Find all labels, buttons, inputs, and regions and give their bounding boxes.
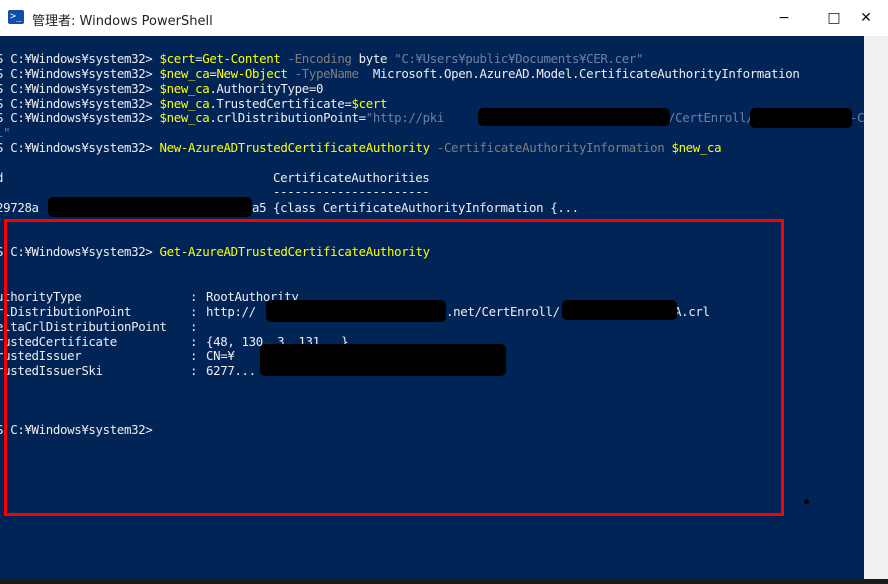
url-fragment: /CertEnroll/ [668, 110, 754, 125]
table-header-id: d [0, 170, 3, 185]
redaction-block [48, 197, 252, 217]
table-header-authorities: CertificateAuthorities [273, 170, 430, 185]
command-line: S C:¥Windows¥system32> New-AzureADTruste… [0, 140, 722, 155]
window-title: 管理者: Windows PowerShell [32, 14, 213, 29]
highlight-box [4, 219, 784, 516]
vertical-scrollbar[interactable] [864, 36, 888, 579]
command-line: S C:¥Windows¥system32> $cert=Get-Content… [0, 51, 644, 66]
table-row-id: 29728a [0, 200, 39, 215]
powershell-icon: >_ [8, 10, 24, 24]
bottom-edge [0, 579, 888, 584]
minimize-button[interactable]: − [764, 4, 804, 32]
url-fragment: -CA.c [850, 110, 864, 125]
redaction-block [750, 108, 852, 128]
close-button[interactable]: ✕ [848, 4, 884, 32]
table-separator: ---------------------- [273, 184, 430, 199]
command-line: S C:¥Windows¥system32> $new_ca.Authority… [0, 81, 324, 96]
command-line: S C:¥Windows¥system32> $new_ca.crlDistri… [0, 110, 444, 125]
table-row-value: {class CertificateAuthorityInformation {… [273, 200, 579, 215]
dot-mark [804, 499, 809, 504]
wrapped-text: l" [0, 125, 11, 140]
table-row-id-end: a5 [252, 200, 267, 215]
redaction-block [478, 108, 670, 126]
command-line: S C:¥Windows¥system32> $new_ca=New-Objec… [0, 66, 800, 81]
title-bar: >_ 管理者: Windows PowerShell − □ ✕ [0, 0, 888, 36]
command-line: S C:¥Windows¥system32> $new_ca.TrustedCe… [0, 96, 388, 111]
